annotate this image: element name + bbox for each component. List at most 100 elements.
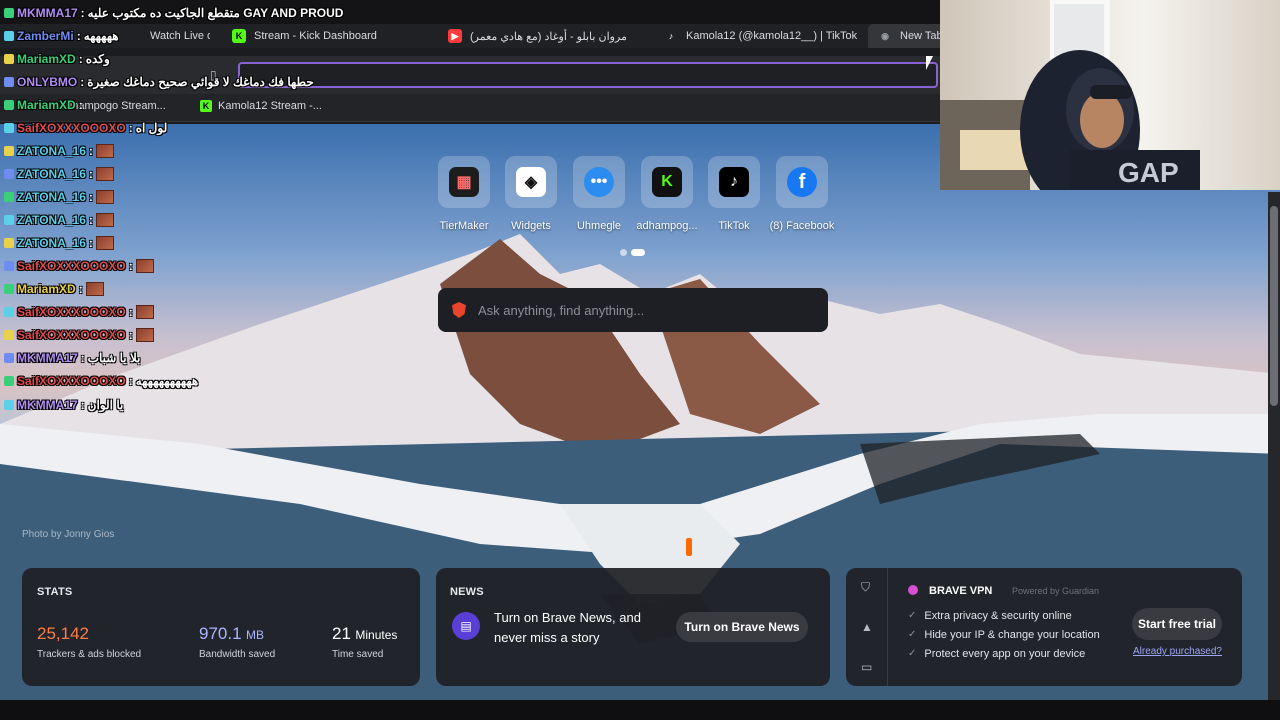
shortcut-tiermaker[interactable]: ▦ TierMaker	[432, 156, 496, 232]
trackers-value: 25,142	[37, 624, 89, 643]
chat-text: بلا يا شباب	[87, 351, 141, 365]
trackers-stat: 25,142 Trackers & ads blocked	[37, 624, 141, 660]
chat-message: ZamberMi: هههههه	[4, 29, 119, 43]
chat-separator: :	[78, 52, 83, 66]
shortcut-tiktok[interactable]: ♪ TikTok	[702, 156, 766, 232]
warning-icon[interactable]: ▲	[861, 620, 873, 634]
check-icon: ✓	[908, 610, 917, 621]
vpn-powered-by: Powered by Guardian	[1012, 586, 1100, 596]
chat-username[interactable]: MKMMA17	[17, 398, 78, 412]
check-icon: ✓	[908, 629, 917, 640]
chat-username[interactable]: ZATONA_16	[17, 236, 86, 250]
chat-badge-icon	[4, 31, 14, 41]
tab-new-tab[interactable]: ◉ New Tab	[868, 24, 948, 48]
vpn-title: BRAVE VPN	[929, 585, 993, 597]
tab-tiktok[interactable]: ♪ Kamola12 (@kamola12__) | TikTok	[664, 24, 864, 48]
chat-username[interactable]: MKMMA17	[17, 6, 78, 20]
shortcut-label: Widgets	[511, 220, 551, 232]
chat-separator: :	[128, 121, 133, 135]
vpn-feature: ✓ Extra privacy & security online	[908, 606, 1100, 625]
start-free-trial-button[interactable]: Start free trial	[1132, 608, 1222, 640]
chat-emote-icon	[95, 213, 114, 227]
chat-separator: :	[88, 190, 93, 204]
bandwidth-unit: MB	[246, 628, 264, 642]
chat-username[interactable]: ONLYBMO	[17, 75, 77, 89]
chat-badge-icon	[4, 192, 14, 202]
chat-text: يا الوان	[87, 398, 124, 412]
tab-label: New Tab	[900, 30, 943, 42]
chat-message: SaifXOXXXOOOXO: لول اه	[4, 121, 167, 135]
chat-username[interactable]: SaifXOXXXOOOXO	[17, 374, 126, 388]
chat-badge-icon	[4, 400, 14, 410]
vpn-feature: ✓ Hide your IP & change your location	[908, 625, 1100, 644]
tab-youtube-song[interactable]: ▶ مروان بابلو - أوغاد (مع هادي معمر)	[448, 24, 648, 48]
chat-separator: :	[80, 6, 85, 20]
chat-username[interactable]: ZATONA_16	[17, 167, 86, 181]
shortcut-label: (8) Facebook	[769, 220, 835, 232]
already-purchased-link[interactable]: Already purchased?	[1133, 646, 1222, 657]
turn-on-news-button[interactable]: Turn on Brave News	[676, 612, 808, 642]
shortcut-adhampogo[interactable]: K adhampog...	[635, 156, 699, 232]
shortcut-facebook[interactable]: f (8) Facebook	[770, 156, 834, 232]
vpn-features: ✓ Extra privacy & security online ✓ Hide y…	[908, 606, 1100, 663]
chat-message: MariamXD:	[4, 282, 104, 296]
chat-badge-icon	[4, 238, 14, 248]
youtube-icon: ▶	[448, 29, 462, 43]
chat-username[interactable]: ZamberMi	[17, 29, 74, 43]
chat-username[interactable]: ZATONA_16	[17, 144, 86, 158]
widget-switcher: ⛉ ▲ ▭	[846, 568, 888, 686]
chat-badge-icon	[4, 8, 14, 18]
chat-separator: :	[128, 374, 133, 388]
chat-emote-icon	[85, 282, 104, 296]
chat-message: ZATONA_16:	[4, 236, 114, 250]
news-card: NEWS ▤ Turn on Brave News, and never mis…	[436, 568, 830, 686]
stream-chat-overlay: MKMMA17: متقطع الجاكيت ده مكتوب عليه GAY …	[0, 0, 420, 420]
chat-separator: :	[128, 259, 133, 273]
chat-username[interactable]: SaifXOXXXOOOXO	[17, 328, 126, 342]
page-indicator[interactable]	[620, 249, 645, 256]
chat-username[interactable]: SaifXOXXXOOOXO	[17, 121, 126, 135]
chat-separator: :	[88, 144, 93, 158]
chat-message: MKMMA17: متقطع الجاكيت ده مكتوب عليه GAY …	[4, 6, 343, 20]
chat-text: ههههههههههه	[135, 374, 199, 388]
photo-credit[interactable]: Photo by Jonny Gios	[22, 529, 114, 540]
chat-message: SaifXOXXXOOOXO:	[4, 259, 154, 273]
tiktok-icon: ♪	[719, 167, 749, 197]
bandwidth-stat: 970.1 MB Bandwidth saved	[199, 624, 275, 660]
scrollbar[interactable]	[1268, 192, 1280, 700]
chat-username[interactable]: ZATONA_16	[17, 190, 86, 204]
chat-username[interactable]: MariamXD	[17, 282, 76, 296]
chat-username[interactable]: SaifXOXXXOOOXO	[17, 259, 126, 273]
trackers-caption: Trackers & ads blocked	[37, 649, 142, 660]
shortcut-widgets[interactable]: ◈ Widgets	[499, 156, 563, 232]
chat-badge-icon	[4, 169, 14, 179]
chat-username[interactable]: ZATONA_16	[17, 213, 86, 227]
shortcut-label: Uhmegle	[576, 220, 622, 232]
chat-separator: :	[128, 305, 133, 319]
shortcut-label: adhampog...	[636, 220, 698, 232]
chat-message: ZATONA_16:	[4, 213, 114, 227]
shield-icon[interactable]: ⛉	[861, 580, 870, 595]
chat-emote-icon	[135, 259, 154, 273]
chat-username[interactable]: MariamXD	[17, 98, 76, 112]
page-dot[interactable]	[620, 249, 627, 256]
chat-message: ONLYBMO: حطها فك دماغك لا قوائي صحيح دماغ…	[4, 75, 314, 89]
vpn-feature: ✓ Protect every app on your device	[908, 644, 1100, 663]
page-dot-active[interactable]	[631, 249, 645, 256]
shortcut-label: TierMaker	[439, 220, 489, 232]
chat-message: MKMMA17: بلا يا شباب	[4, 351, 140, 365]
chat-separator: :	[128, 328, 133, 342]
chat-username[interactable]: MariamXD	[17, 52, 76, 66]
chat-text: متقطع الجاكيت ده مكتوب عليه GAY AND PROU…	[87, 6, 344, 20]
vpn-card: ⛉ ▲ ▭ BRAVE VPN Powered by Guardian ✓ Ext…	[846, 568, 1242, 686]
stats-card: STATS 25,142 Trackers & ads blocked 970.…	[22, 568, 420, 686]
shortcut-uhmegle[interactable]: ••• Uhmegle	[567, 156, 631, 232]
news-icon: ▤	[452, 612, 480, 640]
search-box[interactable]: Ask anything, find anything...	[438, 288, 828, 332]
time-value: 21	[332, 624, 351, 643]
chat-username[interactable]: MKMMA17	[17, 351, 78, 365]
rewards-icon[interactable]: ▭	[861, 660, 872, 674]
chat-username[interactable]: SaifXOXXXOOOXO	[17, 305, 126, 319]
search-placeholder: Ask anything, find anything...	[478, 302, 645, 318]
scrollbar-thumb[interactable]	[1270, 206, 1278, 406]
